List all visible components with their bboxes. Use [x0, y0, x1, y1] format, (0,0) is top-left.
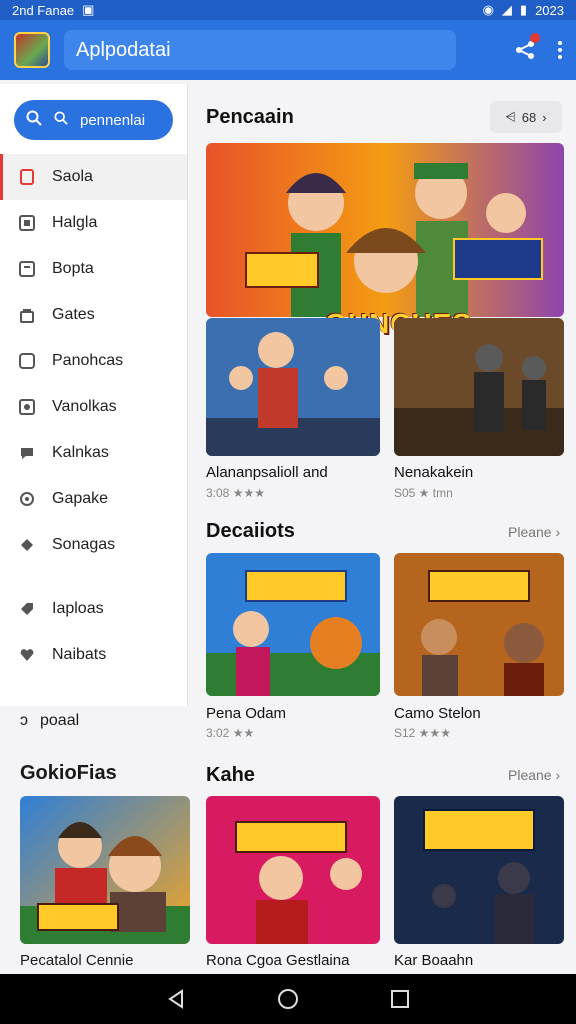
diamond-icon	[18, 536, 36, 554]
sidebar-item-label: Iaploas	[52, 600, 104, 617]
game-rating: 3:02 ★★	[206, 726, 255, 740]
status-bar: 2nd Fanae ▣ ◉ ◢ ▮ 2023	[0, 0, 576, 20]
app-bar: Aplpodatai	[0, 20, 576, 80]
see-more-label: Pleane	[508, 767, 552, 783]
notification-icon: ▣	[82, 2, 95, 17]
sidebar-section-title: GokioFias	[20, 762, 117, 784]
curve-icon: ↄ	[20, 712, 28, 729]
game-rating: 3:08 ★★★	[206, 486, 265, 500]
game-name: Alananpsalioll and	[206, 464, 328, 481]
game-rating: S12 ★★★	[394, 726, 451, 740]
sidebar-item-label: Halgla	[52, 214, 98, 231]
tag-icon	[18, 600, 36, 618]
sidebar-item-panohcas[interactable]: Panohcas	[0, 338, 187, 384]
sidebar-item-label: Bopta	[52, 260, 94, 277]
sidebar-item-label: Gates	[52, 306, 95, 323]
signal-icon: ◢	[501, 2, 512, 17]
share-count-button[interactable]: ⩤ 68 ›	[490, 101, 562, 133]
status-time: 2nd Fanae	[12, 2, 75, 18]
sidebar-item-label: Gapake	[52, 490, 109, 507]
game-card[interactable]	[394, 553, 564, 696]
sidebar: pennenlai Saola Halgla Bopta Gates Panoh…	[0, 84, 188, 706]
featured-banner[interactable]	[206, 143, 564, 317]
game-card[interactable]	[206, 796, 380, 944]
notification-badge	[530, 33, 540, 43]
sidebar-item-iaploas[interactable]: Iaploas	[0, 586, 187, 632]
see-more-link[interactable]: Pleane ›	[508, 524, 560, 540]
game-name: Pena Odam	[206, 705, 287, 722]
app-search-text: Aplpodatai	[76, 38, 171, 61]
battery-icon: ▮	[519, 2, 528, 17]
section-title: Kahe	[206, 764, 255, 786]
see-more-link[interactable]: Pleane ›	[508, 767, 560, 783]
share-count: 68	[521, 109, 537, 125]
game-card[interactable]	[206, 318, 380, 456]
chevron-right-icon: ›	[555, 767, 561, 783]
see-more-label: Pleane	[508, 524, 552, 540]
game-card[interactable]	[394, 318, 564, 456]
game-name: Camo Stelon	[394, 705, 481, 722]
wifi-icon: ◉	[482, 2, 494, 17]
status-right: 2023	[535, 2, 564, 18]
chat-icon	[18, 444, 36, 462]
chevron-right-icon: ›	[555, 524, 561, 540]
sidebar-item-poaal[interactable]: ↄ poaal	[0, 706, 188, 736]
sidebar-item-label: Sonagas	[52, 536, 116, 553]
game-name: Rona Cgoa Gestlaina	[206, 952, 350, 969]
game-name: Nenakakein	[394, 464, 474, 481]
sidebar-item-halgla[interactable]: Halgla	[0, 200, 187, 246]
sidebar-item-kalnkas[interactable]: Kalnkas	[0, 430, 187, 476]
sidebar-game-name: Pecatalol Cennie	[20, 952, 134, 969]
game-rating: S05 ★ tmn	[394, 486, 453, 500]
sidebar-item-bopta[interactable]: Bopta	[0, 246, 187, 292]
game-card[interactable]	[394, 796, 564, 944]
sidebar-item-label: Saola	[52, 168, 93, 185]
share-icon[interactable]	[514, 33, 540, 61]
heart-icon	[18, 646, 36, 664]
app-logo[interactable]	[14, 32, 50, 68]
game-name: Kar Boaahn	[394, 952, 474, 969]
search-icon	[26, 110, 42, 130]
game-card[interactable]	[206, 553, 380, 696]
search-icon	[54, 111, 68, 129]
sidebar-item-label: poaal	[40, 712, 80, 729]
sidebar-item-label: Naibats	[52, 646, 107, 663]
image-icon	[18, 214, 36, 232]
sidebar-item-naibats[interactable]: Naibats	[0, 632, 187, 678]
sidebar-item-gates[interactable]: Gates	[0, 292, 187, 338]
sidebar-item-label: Vanolkas	[52, 398, 117, 415]
sidebar-item-vanolkas[interactable]: Vanolkas	[0, 384, 187, 430]
sidebar-item-gapake[interactable]: Gapake	[0, 476, 187, 522]
settings-icon	[18, 490, 36, 508]
square-icon	[18, 352, 36, 370]
sidebar-game-card[interactable]	[20, 796, 190, 944]
section-title: Decaiiots	[206, 520, 295, 542]
back-icon[interactable]	[164, 987, 188, 1011]
sidebar-search-label: pennenlai	[80, 111, 146, 129]
app-search-field[interactable]: Aplpodatai	[64, 30, 456, 70]
bag-icon	[18, 306, 36, 324]
section-title: Pencaain	[206, 106, 294, 128]
home-icon[interactable]	[276, 987, 300, 1011]
chevron-right-icon: ›	[542, 109, 547, 125]
sidebar-item-label: Panohcas	[52, 352, 124, 369]
tablet-icon	[18, 168, 36, 186]
gallery-icon	[18, 398, 36, 416]
share-icon: ⩤	[505, 109, 516, 124]
sidebar-item-saola[interactable]: Saola	[0, 154, 187, 200]
system-nav-bar	[0, 974, 576, 1024]
more-options-icon[interactable]	[558, 41, 562, 59]
sidebar-item-sonagas[interactable]: Sonagas	[0, 522, 187, 568]
recents-icon[interactable]	[388, 987, 412, 1011]
document-icon	[18, 260, 36, 278]
sidebar-search-button[interactable]: pennenlai	[14, 100, 173, 140]
sidebar-item-label: Kalnkas	[52, 444, 109, 461]
